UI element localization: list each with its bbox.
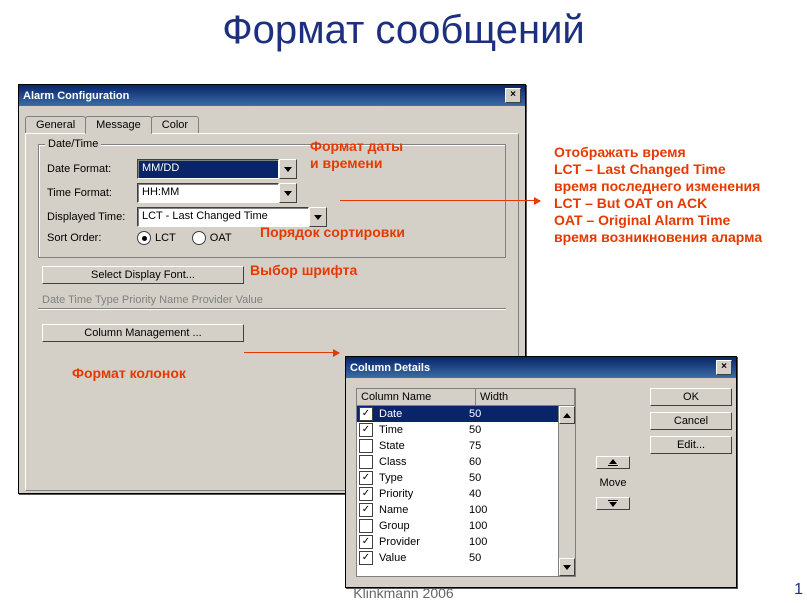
checkbox[interactable]	[359, 551, 373, 565]
col-name-cell: Priority	[377, 488, 469, 500]
checkbox[interactable]	[359, 487, 373, 501]
arrow-icon	[340, 200, 540, 201]
list-item[interactable]: Class60	[357, 454, 575, 470]
combo-time-format[interactable]: HH:MM	[137, 183, 297, 203]
col-name-cell: Time	[377, 424, 469, 436]
label-date-format: Date Format:	[47, 163, 137, 175]
scroll-up-icon[interactable]	[559, 406, 575, 424]
titlebar: Column Details ×	[346, 357, 736, 378]
list-item[interactable]: State75	[357, 438, 575, 454]
label-time-format: Time Format:	[47, 187, 137, 199]
col-width-cell: 50	[469, 472, 529, 484]
col-width-cell: 100	[469, 504, 529, 516]
tab-general[interactable]: General	[25, 116, 86, 134]
col-name-cell: Group	[377, 520, 469, 532]
arrow-icon	[244, 352, 339, 353]
col-name-cell: Value	[377, 552, 469, 564]
close-icon[interactable]: ×	[716, 360, 732, 375]
edit-button[interactable]: Edit...	[650, 436, 732, 454]
move-down-button[interactable]	[596, 497, 630, 510]
ann-date-format: Формат даты и времени	[310, 138, 403, 172]
col-width-cell: 60	[469, 456, 529, 468]
radio-oat-label: OAT	[210, 232, 232, 244]
slide-footer: Klinkmann 2006	[0, 585, 807, 601]
hdr-width[interactable]: Width	[476, 389, 575, 405]
col-width-cell: 40	[469, 488, 529, 500]
tab-color[interactable]: Color	[151, 116, 199, 134]
list-item[interactable]: Type50	[357, 470, 575, 486]
slide-title: Формат сообщений	[0, 8, 807, 53]
list-item[interactable]: Name100	[357, 502, 575, 518]
ann-columns: Формат колонок	[72, 365, 186, 382]
ann-sort-order: Порядок сортировки	[260, 224, 405, 241]
checkbox[interactable]	[359, 471, 373, 485]
combo-date-format[interactable]: MM/DD	[137, 159, 297, 179]
radio-lct[interactable]	[137, 231, 151, 245]
col-name-cell: State	[377, 440, 469, 452]
col-name-cell: Date	[377, 408, 469, 420]
radio-oat[interactable]	[192, 231, 206, 245]
hdr-column-name[interactable]: Column Name	[357, 389, 476, 405]
col-width-cell: 50	[469, 408, 529, 420]
checkbox[interactable]	[359, 423, 373, 437]
col-width-cell: 75	[469, 440, 529, 452]
column-management-button[interactable]: Column Management ...	[42, 324, 244, 342]
scrollbar[interactable]	[558, 406, 575, 576]
list-item[interactable]: Date50	[357, 406, 575, 422]
col-width-cell: 50	[469, 424, 529, 436]
move-label: Move	[600, 477, 627, 489]
titlebar: Alarm Configuration ×	[19, 85, 525, 106]
preview-text: Date Time Type Priority Name Provider Va…	[42, 294, 506, 306]
group-legend: Date/Time	[45, 138, 101, 150]
col-name-cell: Provider	[377, 536, 469, 548]
list-item[interactable]: Group100	[357, 518, 575, 534]
ann-font: Выбор шрифта	[250, 262, 357, 279]
list-item[interactable]: Provider100	[357, 534, 575, 550]
list-header: Column Name Width	[356, 388, 576, 406]
col-name-cell: Class	[377, 456, 469, 468]
cancel-button[interactable]: Cancel	[650, 412, 732, 430]
col-name-cell: Type	[377, 472, 469, 484]
chevron-down-icon[interactable]	[279, 183, 297, 203]
combo-date-format-value: MM/DD	[137, 159, 279, 179]
move-up-button[interactable]	[596, 456, 630, 469]
ok-button[interactable]: OK	[650, 388, 732, 406]
tabstrip: General Message Color	[25, 116, 519, 134]
checkbox[interactable]	[359, 519, 373, 533]
select-font-button[interactable]: Select Display Font...	[42, 266, 244, 284]
combo-time-format-value: HH:MM	[137, 183, 279, 203]
radio-lct-label: LCT	[155, 232, 176, 244]
tab-message[interactable]: Message	[85, 116, 152, 134]
column-list[interactable]: Date50Time50State75Class60Type50Priority…	[356, 406, 576, 577]
list-item[interactable]: Value50	[357, 550, 575, 566]
col-width-cell: 100	[469, 536, 529, 548]
list-item[interactable]: Priority40	[357, 486, 575, 502]
ann-displayed-time: Отображать время LCT – Last Changed Time…	[554, 144, 762, 246]
col-width-cell: 50	[469, 552, 529, 564]
label-displayed-time: Displayed Time:	[47, 211, 137, 223]
checkbox[interactable]	[359, 503, 373, 517]
col-name-cell: Name	[377, 504, 469, 516]
checkbox[interactable]	[359, 407, 373, 421]
col-width-cell: 100	[469, 520, 529, 532]
list-item[interactable]: Time50	[357, 422, 575, 438]
column-details-window: Column Details × Column Name Width Date5…	[345, 356, 737, 588]
label-sort-order: Sort Order:	[47, 232, 137, 244]
checkbox[interactable]	[359, 439, 373, 453]
window-title: Alarm Configuration	[23, 90, 129, 102]
checkbox[interactable]	[359, 455, 373, 469]
scroll-down-icon[interactable]	[559, 558, 575, 576]
close-icon[interactable]: ×	[505, 88, 521, 103]
page-number: 1	[794, 581, 803, 599]
checkbox[interactable]	[359, 535, 373, 549]
window-title: Column Details	[350, 362, 430, 374]
chevron-down-icon[interactable]	[279, 159, 297, 179]
